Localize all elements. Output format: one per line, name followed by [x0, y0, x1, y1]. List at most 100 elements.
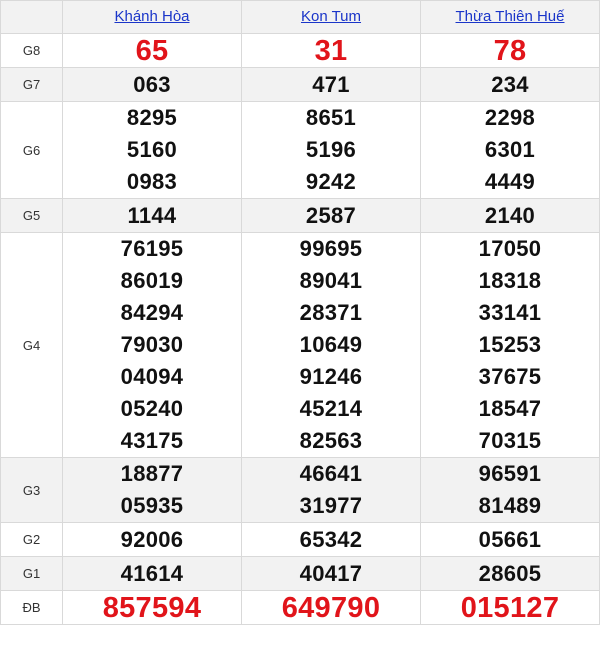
result-number: 65342 — [299, 526, 363, 552]
result-number: 28605 — [478, 560, 542, 586]
prize-numbers-khanh-hoa: 857594 — [62, 590, 242, 625]
prize-row-special: ĐB 857594 649790 015127 — [0, 590, 600, 625]
result-number: 4449 — [484, 169, 536, 194]
prize-label: G3 — [0, 457, 63, 523]
result-number: 10649 — [299, 332, 363, 357]
prize-row-g8: G8 65 31 78 — [0, 33, 600, 68]
prize-numbers-thua-thien-hue: 78 — [420, 33, 600, 68]
result-number: 18318 — [478, 268, 542, 293]
prize-label: G7 — [0, 67, 63, 102]
header-cell-kon-tum: Kon Tum — [241, 0, 421, 34]
result-number: 2298 — [484, 105, 536, 130]
result-number: 471 — [312, 71, 350, 97]
result-number: 33141 — [478, 300, 542, 325]
result-number: 31 — [314, 34, 348, 67]
result-number: 857594 — [102, 591, 202, 624]
result-number: 17050 — [478, 236, 542, 261]
result-number: 79030 — [120, 332, 184, 357]
result-number: 28371 — [299, 300, 363, 325]
prize-row-g2: G2 92006 65342 05661 — [0, 522, 600, 557]
prize-row-g6: G6 8295 5160 0983 8651 5196 9242 2298 63… — [0, 101, 600, 199]
prize-row-g3: G3 18877 05935 46641 31977 96591 81489 — [0, 457, 600, 523]
result-number: 05661 — [478, 526, 542, 552]
province-link-kon-tum[interactable]: Kon Tum — [301, 8, 361, 25]
lottery-results-table: Khánh Hòa Kon Tum Thừa Thiên Huế G8 65 3… — [0, 0, 600, 625]
prize-label: G6 — [0, 101, 63, 199]
prize-numbers-thua-thien-hue: 015127 — [420, 590, 600, 625]
result-number: 2587 — [305, 202, 357, 228]
prize-numbers-kon-tum: 65342 — [241, 522, 421, 557]
prize-numbers-kon-tum: 31 — [241, 33, 421, 68]
prize-numbers-khanh-hoa: 8295 5160 0983 — [62, 101, 242, 199]
result-number: 015127 — [460, 591, 560, 624]
result-number: 649790 — [281, 591, 381, 624]
result-number: 82563 — [299, 428, 363, 453]
prize-numbers-khanh-hoa: 92006 — [62, 522, 242, 557]
prize-row-g7: G7 063 471 234 — [0, 67, 600, 102]
prize-numbers-khanh-hoa: 41614 — [62, 556, 242, 591]
prize-numbers-khanh-hoa: 76195 86019 84294 79030 04094 05240 4317… — [62, 232, 242, 458]
result-number: 40417 — [299, 560, 363, 586]
result-number: 45214 — [299, 396, 363, 421]
prize-numbers-kon-tum: 46641 31977 — [241, 457, 421, 523]
result-number: 9242 — [305, 169, 357, 194]
prize-label: ĐB — [0, 590, 63, 625]
prize-label: G5 — [0, 198, 63, 233]
prize-row-g5: G5 1144 2587 2140 — [0, 198, 600, 233]
result-number: 063 — [133, 71, 171, 97]
result-number: 5160 — [126, 137, 178, 162]
result-number: 86019 — [120, 268, 184, 293]
prize-numbers-kon-tum: 40417 — [241, 556, 421, 591]
header-cell-thua-thien-hue: Thừa Thiên Huế — [420, 0, 600, 34]
header-corner-cell — [0, 0, 63, 34]
result-number: 18877 — [120, 461, 184, 486]
prize-numbers-kon-tum: 2587 — [241, 198, 421, 233]
prize-numbers-thua-thien-hue: 17050 18318 33141 15253 37675 18547 7031… — [420, 232, 600, 458]
prize-numbers-khanh-hoa: 1144 — [62, 198, 242, 233]
result-number: 15253 — [478, 332, 542, 357]
result-number: 65 — [135, 34, 169, 67]
prize-numbers-thua-thien-hue: 96591 81489 — [420, 457, 600, 523]
province-link-thua-thien-hue[interactable]: Thừa Thiên Huế — [456, 8, 565, 25]
result-number: 84294 — [120, 300, 184, 325]
prize-numbers-kon-tum: 8651 5196 9242 — [241, 101, 421, 199]
prize-numbers-kon-tum: 649790 — [241, 590, 421, 625]
result-number: 89041 — [299, 268, 363, 293]
prize-numbers-thua-thien-hue: 05661 — [420, 522, 600, 557]
result-number: 78 — [493, 34, 527, 67]
result-number: 04094 — [120, 364, 184, 389]
result-number: 46641 — [299, 461, 363, 486]
prize-label: G4 — [0, 232, 63, 458]
result-number: 96591 — [478, 461, 542, 486]
prize-numbers-kon-tum: 99695 89041 28371 10649 91246 45214 8256… — [241, 232, 421, 458]
result-number: 91246 — [299, 364, 363, 389]
header-cell-khanh-hoa: Khánh Hòa — [62, 0, 242, 34]
prize-numbers-thua-thien-hue: 28605 — [420, 556, 600, 591]
result-number: 31977 — [299, 493, 363, 518]
prize-label: G2 — [0, 522, 63, 557]
result-number: 5196 — [305, 137, 357, 162]
prize-label: G1 — [0, 556, 63, 591]
result-number: 99695 — [299, 236, 363, 261]
prize-numbers-khanh-hoa: 18877 05935 — [62, 457, 242, 523]
result-number: 43175 — [120, 428, 184, 453]
result-number: 41614 — [120, 560, 184, 586]
result-number: 8295 — [126, 105, 178, 130]
province-link-khanh-hoa[interactable]: Khánh Hòa — [114, 8, 189, 25]
prize-numbers-khanh-hoa: 65 — [62, 33, 242, 68]
prize-label: G8 — [0, 33, 63, 68]
prize-row-g4: G4 76195 86019 84294 79030 04094 05240 4… — [0, 232, 600, 458]
prize-numbers-kon-tum: 471 — [241, 67, 421, 102]
result-number: 0983 — [126, 169, 178, 194]
result-number: 1144 — [127, 202, 177, 228]
header-row: Khánh Hòa Kon Tum Thừa Thiên Huế — [0, 0, 600, 34]
prize-numbers-thua-thien-hue: 2140 — [420, 198, 600, 233]
result-number: 70315 — [478, 428, 542, 453]
prize-numbers-thua-thien-hue: 2298 6301 4449 — [420, 101, 600, 199]
result-number: 81489 — [478, 493, 542, 518]
prize-row-g1: G1 41614 40417 28605 — [0, 556, 600, 591]
result-number: 8651 — [305, 105, 357, 130]
result-number: 2140 — [484, 202, 536, 228]
result-number: 05240 — [120, 396, 184, 421]
prize-numbers-khanh-hoa: 063 — [62, 67, 242, 102]
